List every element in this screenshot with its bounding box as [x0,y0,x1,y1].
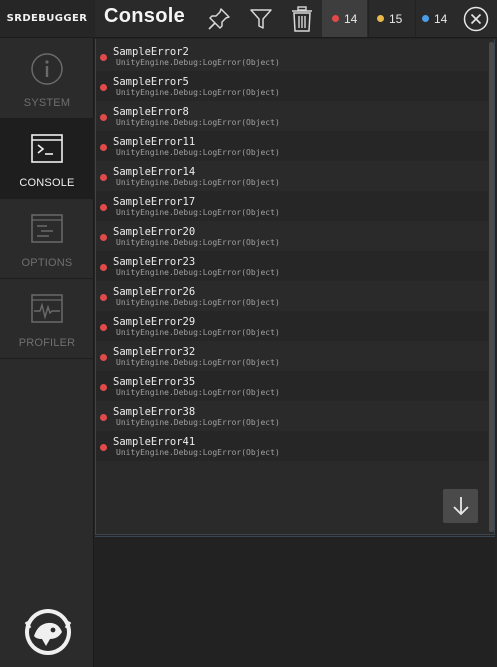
log-entry[interactable]: SampleError38 UnityEngine.Debug:LogError(… [96,401,488,431]
error-count: 14 [344,11,358,26]
log-entry[interactable]: SampleError8 UnityEngine.Debug:LogError(O… [96,101,488,131]
arrow-down-icon [452,497,469,516]
error-dot-icon [100,174,107,181]
trash-icon [292,6,312,32]
log-stack-trace: UnityEngine.Debug:LogError(Object) [116,148,280,157]
scroll-to-bottom-button[interactable] [443,489,478,523]
log-stack-trace: UnityEngine.Debug:LogError(Object) [116,388,280,397]
log-stack-trace: UnityEngine.Debug:LogError(Object) [116,238,280,247]
sidebar-item-options[interactable]: OPTIONS [0,199,94,279]
log-entry[interactable]: SampleError29 UnityEngine.Debug:LogError(… [96,311,488,341]
error-dot-icon [100,54,107,61]
error-dot-icon [100,384,107,391]
log-stack-trace: UnityEngine.Debug:LogError(Object) [116,418,280,427]
log-message: SampleError11 [113,136,196,148]
sidebar-item-label: CONSOLE [19,177,75,189]
log-message: SampleError2 [113,46,189,58]
sidebar: SRDEBUGGER SYSTEM CONSOLE OPTIONS PROFIL… [0,0,94,667]
pin-button[interactable] [203,3,235,35]
terminal-icon [31,134,63,163]
clear-button[interactable] [286,3,318,35]
info-dot-icon [422,15,429,22]
sidebar-item-console[interactable]: CONSOLE [0,119,94,199]
log-entry[interactable]: SampleError2 UnityEngine.Debug:LogError(O… [96,41,488,71]
log-entry[interactable]: SampleError5 UnityEngine.Debug:LogError(O… [96,71,488,101]
log-message: SampleError32 [113,346,196,358]
log-message: SampleError23 [113,256,196,268]
error-dot-icon [100,114,107,121]
pin-icon [208,8,230,30]
log-message: SampleError41 [113,436,196,448]
error-count-toggle[interactable]: 14 [322,0,367,37]
srdebugger-logo-icon [24,609,72,655]
log-list[interactable]: SampleError2 UnityEngine.Debug:LogError(O… [95,39,495,535]
error-dot-icon [100,84,107,91]
info-icon [31,53,63,85]
error-dot-icon [100,444,107,451]
log-message: SampleError20 [113,226,196,238]
filter-icon [250,9,272,29]
error-dot-icon [100,354,107,361]
error-dot-icon [100,204,107,211]
log-entry[interactable]: SampleError41 UnityEngine.Debug:LogError(… [96,431,488,461]
sidebar-item-label: SYSTEM [23,97,71,109]
log-entry[interactable]: SampleError20 UnityEngine.Debug:LogError(… [96,221,488,251]
log-message: SampleError8 [113,106,189,118]
sidebar-item-label: OPTIONS [21,257,73,269]
log-stack-trace: UnityEngine.Debug:LogError(Object) [116,298,280,307]
info-count: 14 [434,11,448,26]
log-message: SampleError5 [113,76,189,88]
log-entry[interactable]: SampleError35 UnityEngine.Debug:LogError(… [96,371,488,401]
console-header: Console 14 15 14 [95,0,497,38]
brand-logo: SRDEBUGGER [0,0,94,38]
log-message: SampleError17 [113,196,196,208]
warning-count-toggle[interactable]: 15 [368,0,414,37]
error-dot-icon [332,15,339,22]
log-stack-trace: UnityEngine.Debug:LogError(Object) [116,208,280,217]
scrollbar-thumb[interactable] [489,42,494,532]
log-message: SampleError35 [113,376,196,388]
log-entry[interactable]: SampleError32 UnityEngine.Debug:LogError(… [96,341,488,371]
log-message: SampleError26 [113,286,196,298]
warning-count: 15 [389,11,403,26]
page-title: Console [104,5,185,27]
log-stack-trace: UnityEngine.Debug:LogError(Object) [116,328,280,337]
close-button[interactable] [463,6,489,32]
log-stack-trace: UnityEngine.Debug:LogError(Object) [116,358,280,367]
error-dot-icon [100,234,107,241]
error-dot-icon [100,264,107,271]
log-entry[interactable]: SampleError14 UnityEngine.Debug:LogError(… [96,161,488,191]
log-entry[interactable]: SampleError11 UnityEngine.Debug:LogError(… [96,131,488,161]
error-dot-icon [100,144,107,151]
log-entry[interactable]: SampleError23 UnityEngine.Debug:LogError(… [96,251,488,281]
filter-button[interactable] [245,3,277,35]
options-icon [31,214,63,243]
log-scrollbar[interactable] [489,42,494,532]
sidebar-item-profiler[interactable]: PROFILER [0,279,94,359]
error-dot-icon [100,324,107,331]
log-stack-trace: UnityEngine.Debug:LogError(Object) [116,178,280,187]
sidebar-item-label: PROFILER [18,337,76,349]
log-stack-trace: UnityEngine.Debug:LogError(Object) [116,448,280,457]
brand-title: SRDEBUGGER [6,13,88,24]
profiler-icon [31,294,63,323]
log-stack-trace: UnityEngine.Debug:LogError(Object) [116,58,280,67]
log-stack-trace: UnityEngine.Debug:LogError(Object) [116,88,280,97]
info-count-toggle[interactable]: 14 [415,0,459,37]
sidebar-item-system[interactable]: SYSTEM [0,39,94,119]
error-dot-icon [100,294,107,301]
error-dot-icon [100,414,107,421]
log-entry[interactable]: SampleError17 UnityEngine.Debug:LogError(… [96,191,488,221]
log-stack-trace: UnityEngine.Debug:LogError(Object) [116,118,280,127]
warning-dot-icon [377,15,384,22]
log-detail-panel[interactable] [95,536,495,667]
log-stack-trace: UnityEngine.Debug:LogError(Object) [116,268,280,277]
log-message: SampleError14 [113,166,196,178]
log-message: SampleError29 [113,316,196,328]
log-message: SampleError38 [113,406,196,418]
log-entry[interactable]: SampleError26 UnityEngine.Debug:LogError(… [96,281,488,311]
